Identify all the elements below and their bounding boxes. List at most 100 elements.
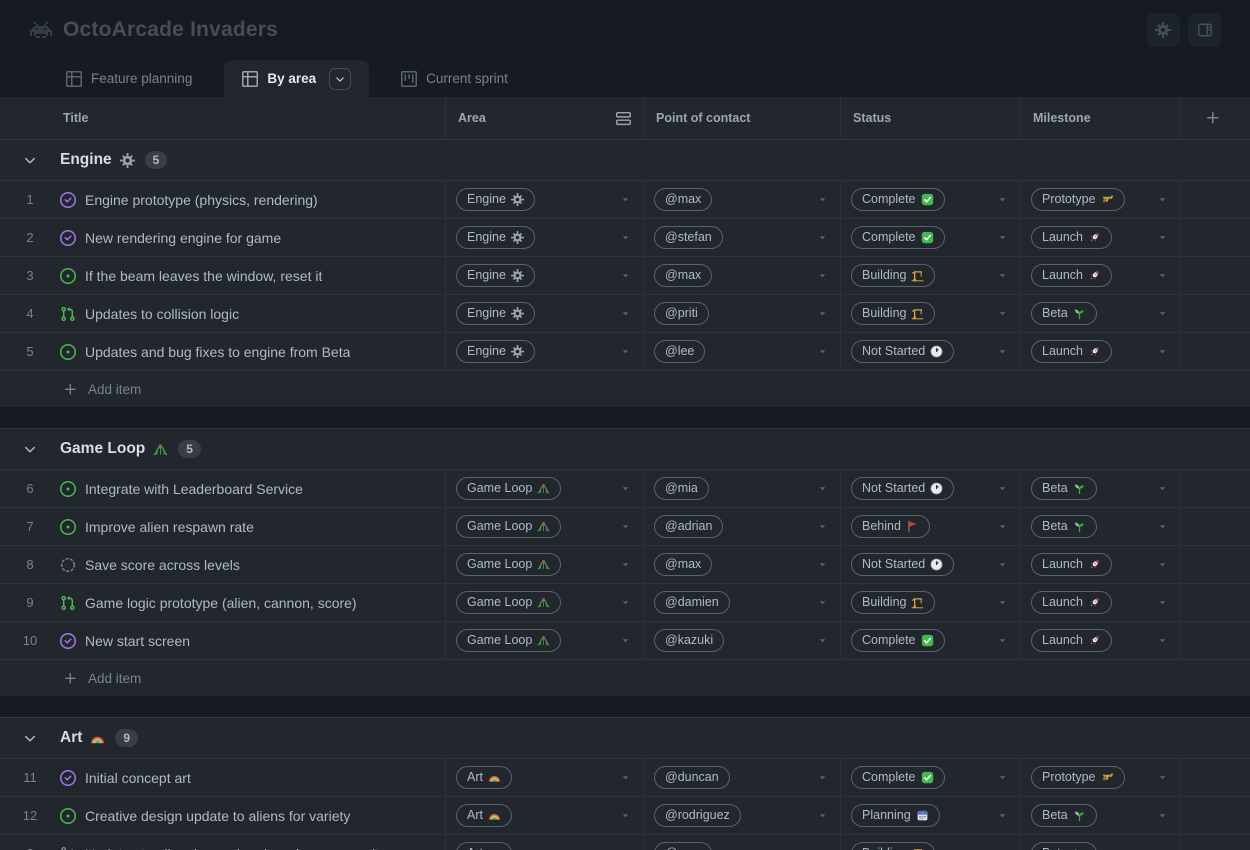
area-cell[interactable]: Game Loop — [445, 546, 643, 583]
milestone-cell[interactable]: Prototype — [1020, 759, 1180, 796]
milestone-cell[interactable]: Launch — [1020, 584, 1180, 621]
area-cell[interactable]: Engine — [445, 257, 643, 294]
status-cell[interactable]: Complete — [840, 181, 1020, 218]
contact-cell[interactable]: @priti — [643, 295, 840, 332]
caret-down-icon[interactable] — [817, 194, 828, 205]
caret-down-icon[interactable] — [817, 346, 828, 357]
caret-down-icon[interactable] — [1157, 597, 1168, 608]
row-title-cell[interactable]: Updates and bug fixes to engine from Bet… — [60, 333, 445, 370]
caret-down-icon[interactable] — [997, 483, 1008, 494]
column-header-title[interactable]: Title — [0, 97, 445, 139]
caret-down-icon[interactable] — [997, 308, 1008, 319]
area-cell[interactable]: Engine — [445, 219, 643, 256]
caret-down-icon[interactable] — [817, 308, 828, 319]
status-cell[interactable]: Not Started — [840, 333, 1020, 370]
milestone-cell[interactable]: Launch — [1020, 219, 1180, 256]
milestone-cell[interactable]: Beta — [1020, 470, 1180, 507]
chevron-down-icon[interactable] — [0, 441, 60, 457]
column-header-milestone[interactable]: Milestone — [1020, 97, 1180, 139]
contact-cell[interactable]: @sam — [643, 835, 840, 850]
contact-cell[interactable]: @duncan — [643, 759, 840, 796]
tab-current-sprint[interactable]: Current sprint — [383, 60, 526, 97]
side-panel-button[interactable] — [1188, 13, 1222, 47]
caret-down-icon[interactable] — [817, 635, 828, 646]
group-header[interactable]: Art 9 — [0, 718, 1250, 758]
contact-cell[interactable]: @mia — [643, 470, 840, 507]
caret-down-icon[interactable] — [620, 772, 631, 783]
caret-down-icon[interactable] — [620, 346, 631, 357]
group-header[interactable]: Engine 5 — [0, 140, 1250, 180]
caret-down-icon[interactable] — [817, 597, 828, 608]
status-cell[interactable]: Not Started — [840, 470, 1020, 507]
row-title-cell[interactable]: Engine prototype (physics, rendering) — [60, 181, 445, 218]
status-cell[interactable]: Planning — [840, 797, 1020, 834]
status-cell[interactable]: Building — [840, 584, 1020, 621]
area-cell[interactable]: Art — [445, 759, 643, 796]
area-cell[interactable]: Engine — [445, 181, 643, 218]
area-cell[interactable]: Game Loop — [445, 470, 643, 507]
caret-down-icon[interactable] — [620, 559, 631, 570]
caret-down-icon[interactable] — [997, 597, 1008, 608]
status-cell[interactable]: Building — [840, 295, 1020, 332]
caret-down-icon[interactable] — [1157, 194, 1168, 205]
contact-cell[interactable]: @damien — [643, 584, 840, 621]
row-title-cell[interactable]: Creative design update to aliens for var… — [60, 797, 445, 834]
column-header-contact[interactable]: Point of contact — [643, 97, 840, 139]
chevron-down-icon[interactable] — [0, 730, 60, 746]
settings-button[interactable] — [1146, 13, 1180, 47]
caret-down-icon[interactable] — [620, 597, 631, 608]
milestone-cell[interactable]: Beta — [1020, 797, 1180, 834]
tab-by-area[interactable]: By area — [224, 60, 369, 97]
caret-down-icon[interactable] — [1157, 346, 1168, 357]
caret-down-icon[interactable] — [1157, 772, 1168, 783]
row-title-cell[interactable]: Initial concept art — [60, 759, 445, 796]
caret-down-icon[interactable] — [817, 483, 828, 494]
contact-cell[interactable]: @lee — [643, 333, 840, 370]
chevron-down-icon[interactable] — [0, 152, 60, 168]
caret-down-icon[interactable] — [1157, 308, 1168, 319]
milestone-cell[interactable]: Launch — [1020, 257, 1180, 294]
milestone-cell[interactable]: Launch — [1020, 333, 1180, 370]
contact-cell[interactable]: @adrian — [643, 508, 840, 545]
area-cell[interactable]: Art — [445, 835, 643, 850]
milestone-cell[interactable]: Prototype — [1020, 181, 1180, 218]
column-header-status[interactable]: Status — [840, 97, 1020, 139]
tab-options-button[interactable] — [329, 68, 351, 90]
caret-down-icon[interactable] — [817, 772, 828, 783]
add-item-button[interactable]: Add item — [0, 370, 1250, 407]
caret-down-icon[interactable] — [620, 194, 631, 205]
milestone-cell[interactable]: Beta — [1020, 508, 1180, 545]
caret-down-icon[interactable] — [620, 635, 631, 646]
milestone-cell[interactable]: Launch — [1020, 622, 1180, 659]
caret-down-icon[interactable] — [997, 346, 1008, 357]
caret-down-icon[interactable] — [997, 810, 1008, 821]
caret-down-icon[interactable] — [997, 194, 1008, 205]
caret-down-icon[interactable] — [997, 232, 1008, 243]
caret-down-icon[interactable] — [620, 483, 631, 494]
milestone-cell[interactable]: Beta — [1020, 295, 1180, 332]
group-header[interactable]: Game Loop 5 — [0, 429, 1250, 469]
caret-down-icon[interactable] — [620, 308, 631, 319]
add-item-button[interactable]: Add item — [0, 659, 1250, 696]
caret-down-icon[interactable] — [997, 635, 1008, 646]
caret-down-icon[interactable] — [817, 521, 828, 532]
milestone-cell[interactable]: Launch — [1020, 546, 1180, 583]
caret-down-icon[interactable] — [817, 559, 828, 570]
status-cell[interactable]: Building — [840, 835, 1020, 850]
tab-feature-planning[interactable]: Feature planning — [48, 60, 210, 97]
area-cell[interactable]: Engine — [445, 333, 643, 370]
contact-cell[interactable]: @max — [643, 181, 840, 218]
row-title-cell[interactable]: New rendering engine for game — [60, 219, 445, 256]
area-cell[interactable]: Game Loop — [445, 508, 643, 545]
row-title-cell[interactable]: If the beam leaves the window, reset it — [60, 257, 445, 294]
area-cell[interactable]: Art — [445, 797, 643, 834]
row-title-cell[interactable]: Integrate with Leaderboard Service — [60, 470, 445, 507]
caret-down-icon[interactable] — [620, 270, 631, 281]
contact-cell[interactable]: @max — [643, 257, 840, 294]
caret-down-icon[interactable] — [1157, 810, 1168, 821]
add-column-button[interactable] — [1180, 97, 1250, 139]
status-cell[interactable]: Building — [840, 257, 1020, 294]
caret-down-icon[interactable] — [1157, 270, 1168, 281]
row-title-cell[interactable]: Save score across levels — [60, 546, 445, 583]
caret-down-icon[interactable] — [997, 521, 1008, 532]
